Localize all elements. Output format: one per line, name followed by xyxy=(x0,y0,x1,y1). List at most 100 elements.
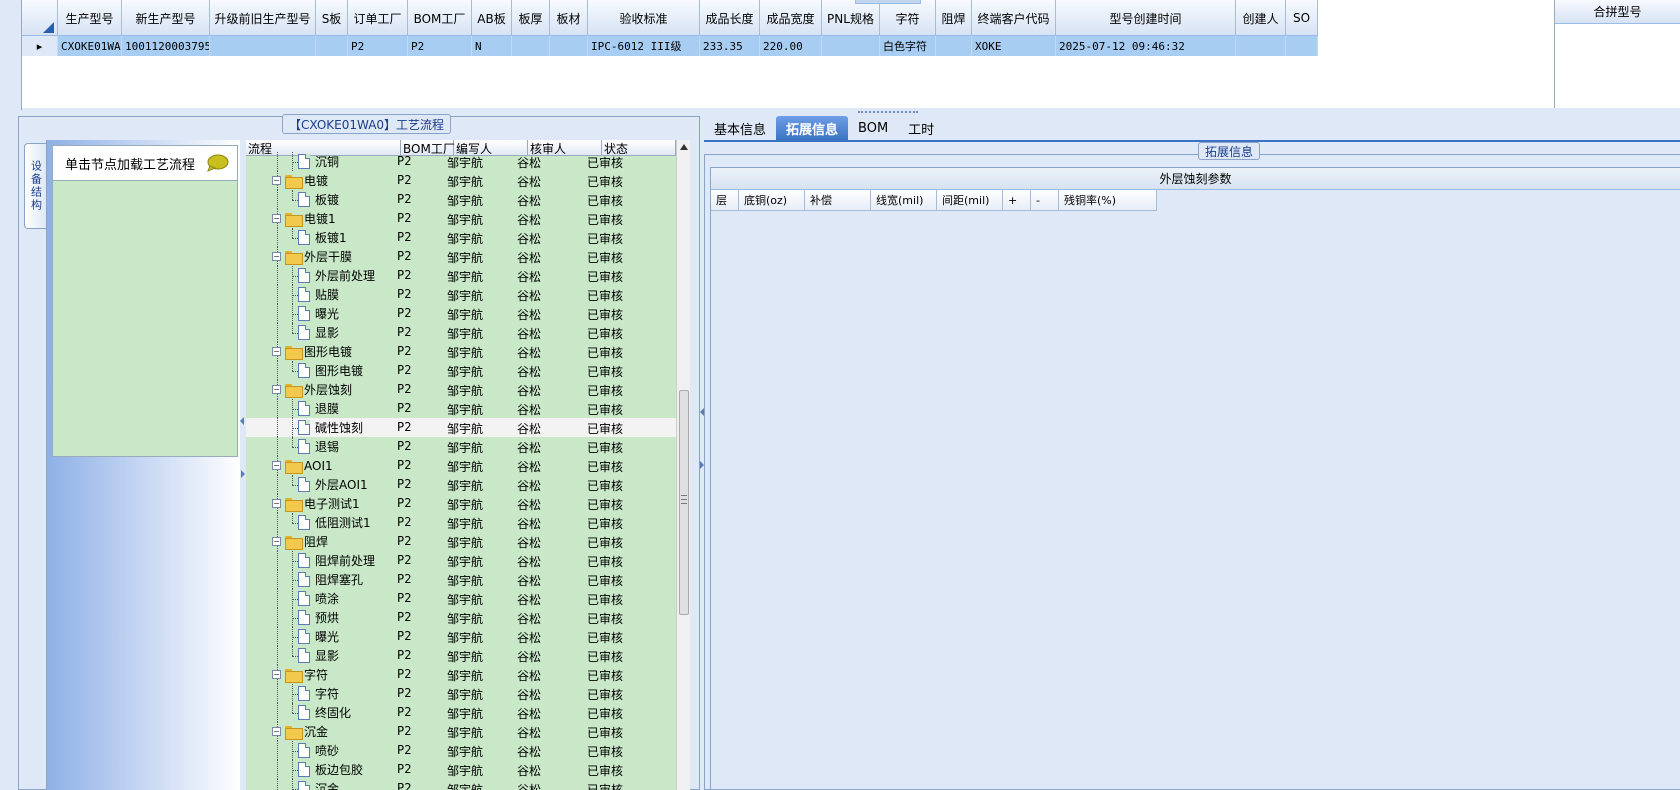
grid-col-header[interactable]: AB板 xyxy=(472,0,512,36)
grid-col-header[interactable]: 板材 xyxy=(550,0,588,36)
process-tree[interactable]: 流程 BOM工厂 编写人 核审人 状态 沉铜 P2 邹宇航 谷松 已审核 − 电镀 P2 邹宇航 谷松 已审… xyxy=(246,140,676,790)
tree-row[interactable]: 曝光 P2 邹宇航 谷松 已审核 xyxy=(246,627,676,646)
tree-scrollbar[interactable] xyxy=(676,140,690,790)
grid-col-header[interactable]: 创建人 xyxy=(1236,0,1286,36)
tree-row[interactable]: 板边包胶 P2 邹宇航 谷松 已审核 xyxy=(246,760,676,779)
tree-node[interactable]: 贴膜 xyxy=(298,286,339,303)
tree-row[interactable]: − 电子测试1 P2 邹宇航 谷松 已审核 xyxy=(246,494,676,513)
grid-cell[interactable] xyxy=(512,36,550,56)
tree-row[interactable]: 曝光 P2 邹宇航 谷松 已审核 xyxy=(246,304,676,323)
tree-node[interactable]: 退膜 xyxy=(298,400,339,417)
tree-node[interactable]: 显影 xyxy=(298,324,339,341)
tree-row[interactable]: − 沉金 P2 邹宇航 谷松 已审核 xyxy=(246,722,676,741)
param-col-header[interactable]: 层 xyxy=(711,190,739,211)
scroll-thumb[interactable] xyxy=(679,390,689,615)
tree-row[interactable]: 显影 P2 邹宇航 谷松 已审核 xyxy=(246,323,676,342)
grid-col-header[interactable]: 订单工厂 xyxy=(348,0,408,36)
tree-row[interactable]: − 电镀 P2 邹宇航 谷松 已审核 xyxy=(246,171,676,190)
select-all-icon[interactable] xyxy=(43,22,54,33)
tree-row[interactable]: 喷涂 P2 邹宇航 谷松 已审核 xyxy=(246,589,676,608)
scroll-up-icon[interactable] xyxy=(680,144,688,150)
collapse-toggle-icon[interactable]: − xyxy=(272,252,281,261)
tree-node[interactable]: − 沉金 xyxy=(272,723,328,740)
grid-col-header[interactable]: 升级前旧生产型号 xyxy=(210,0,316,36)
collapse-left-icon[interactable] xyxy=(240,417,244,425)
merge-model-header[interactable]: 合拼型号 xyxy=(1555,0,1680,24)
tree-node[interactable]: 阻焊塞孔 xyxy=(298,571,363,588)
grid-cell[interactable] xyxy=(550,36,588,56)
grid-cell[interactable]: N xyxy=(472,36,512,56)
tree-row[interactable]: − 图形电镀 P2 邹宇航 谷松 已审核 xyxy=(246,342,676,361)
tree-row[interactable]: 碱性蚀刻 P2 邹宇航 谷松 已审核 xyxy=(246,418,676,437)
tree-row[interactable]: − 字符 P2 邹宇航 谷松 已审核 xyxy=(246,665,676,684)
tree-row[interactable]: − 阻焊 P2 邹宇航 谷松 已审核 xyxy=(246,532,676,551)
tree-row[interactable]: − 电镀1 P2 邹宇航 谷松 已审核 xyxy=(246,209,676,228)
collapse-toggle-icon[interactable]: − xyxy=(272,670,281,679)
grid-cell[interactable] xyxy=(210,36,316,56)
grid-cell[interactable]: IPC-6012 III级 xyxy=(588,36,700,56)
tree-node[interactable]: − 字符 xyxy=(272,666,328,683)
tree-row[interactable]: 退锡 P2 邹宇航 谷松 已审核 xyxy=(246,437,676,456)
grid-col-header[interactable]: SO xyxy=(1286,0,1318,36)
grid-col-header[interactable]: 生产型号 xyxy=(58,0,122,36)
grid-corner[interactable] xyxy=(22,0,58,36)
param-col-header[interactable]: + xyxy=(1003,190,1031,211)
tab-3[interactable]: 工时 xyxy=(898,116,944,140)
grid-col-header[interactable]: BOM工厂 xyxy=(408,0,472,36)
top-tab-handle[interactable] xyxy=(855,0,921,4)
collapse-toggle-icon[interactable]: − xyxy=(272,214,281,223)
tree-row[interactable]: 沉铜 P2 邹宇航 谷松 已审核 xyxy=(246,152,676,171)
collapse-toggle-icon[interactable]: − xyxy=(272,461,281,470)
tree-node[interactable]: 曝光 xyxy=(298,628,339,645)
tree-row[interactable]: 外层前处理 P2 邹宇航 谷松 已审核 xyxy=(246,266,676,285)
tree-node[interactable]: − 电子测试1 xyxy=(272,495,360,512)
grid-cell[interactable] xyxy=(1236,36,1286,56)
grid-cell[interactable]: 2025-07-12 09:46:32 xyxy=(1056,36,1236,56)
param-col-header[interactable]: - xyxy=(1031,190,1059,211)
tree-node[interactable]: 沉铜 xyxy=(298,153,339,170)
tree-node[interactable]: 沉金 xyxy=(298,780,339,790)
grid-col-header[interactable]: 验收标准 xyxy=(588,0,700,36)
tree-row[interactable]: 沉金 P2 邹宇航 谷松 已审核 xyxy=(246,779,676,790)
tree-node[interactable]: 板镀 xyxy=(298,191,339,208)
tree-node[interactable]: 板边包胶 xyxy=(298,761,363,778)
horizontal-splitter[interactable] xyxy=(22,108,1680,116)
collapse-toggle-icon[interactable]: − xyxy=(272,727,281,736)
collapse-toggle-icon[interactable]: − xyxy=(272,385,281,394)
grid-col-header[interactable]: S板 xyxy=(316,0,348,36)
grid-cell[interactable] xyxy=(1286,36,1318,56)
collapse-toggle-icon[interactable]: − xyxy=(272,347,281,356)
grid-cell[interactable]: XOKE xyxy=(972,36,1056,56)
param-col-header[interactable]: 线宽(mil) xyxy=(871,190,937,211)
param-col-header[interactable]: 间距(mil) xyxy=(937,190,1003,211)
tree-row[interactable]: 终固化 P2 邹宇航 谷松 已审核 xyxy=(246,703,676,722)
tree-row[interactable]: − AOI1 P2 邹宇航 谷松 已审核 xyxy=(246,456,676,475)
grid-col-header[interactable]: 新生产型号 xyxy=(122,0,210,36)
tree-row[interactable]: 字符 P2 邹宇航 谷松 已审核 xyxy=(246,684,676,703)
collapse-toggle-icon[interactable]: − xyxy=(272,499,281,508)
tree-node[interactable]: − 电镀 xyxy=(272,172,328,189)
tree-row[interactable]: 图形电镀 P2 邹宇航 谷松 已审核 xyxy=(246,361,676,380)
grid-col-header[interactable]: 字符 xyxy=(880,0,936,36)
tree-node[interactable]: 字符 xyxy=(298,685,339,702)
grid-col-header[interactable]: 成品宽度 xyxy=(760,0,822,36)
grid-cell[interactable]: CXOKE01WA0 xyxy=(58,36,122,56)
grid-cell[interactable] xyxy=(936,36,972,56)
tree-node[interactable]: 喷涂 xyxy=(298,590,339,607)
tree-row[interactable]: − 外层干膜 P2 邹宇航 谷松 已审核 xyxy=(246,247,676,266)
tree-node[interactable]: − 外层干膜 xyxy=(272,248,352,265)
grid-col-header[interactable]: 终端客户代码 xyxy=(972,0,1056,36)
tree-row[interactable]: 板镀 P2 邹宇航 谷松 已审核 xyxy=(246,190,676,209)
tree-row[interactable]: 阻焊前处理 P2 邹宇航 谷松 已审核 xyxy=(246,551,676,570)
tree-node[interactable]: − AOI1 xyxy=(272,457,333,474)
tree-node[interactable]: − 电镀1 xyxy=(272,210,336,227)
param-col-header[interactable]: 底铜(oz) xyxy=(739,190,805,211)
tree-node[interactable]: − 图形电镀 xyxy=(272,343,352,360)
grid-cell[interactable] xyxy=(822,36,880,56)
tree-row[interactable]: 贴膜 P2 邹宇航 谷松 已审核 xyxy=(246,285,676,304)
tree-node[interactable]: 阻焊前处理 xyxy=(298,552,375,569)
tree-node[interactable]: 退锡 xyxy=(298,438,339,455)
grid-cell[interactable]: 10011200037953 xyxy=(122,36,210,56)
tree-row[interactable]: 退膜 P2 邹宇航 谷松 已审核 xyxy=(246,399,676,418)
grid-cell[interactable] xyxy=(316,36,348,56)
